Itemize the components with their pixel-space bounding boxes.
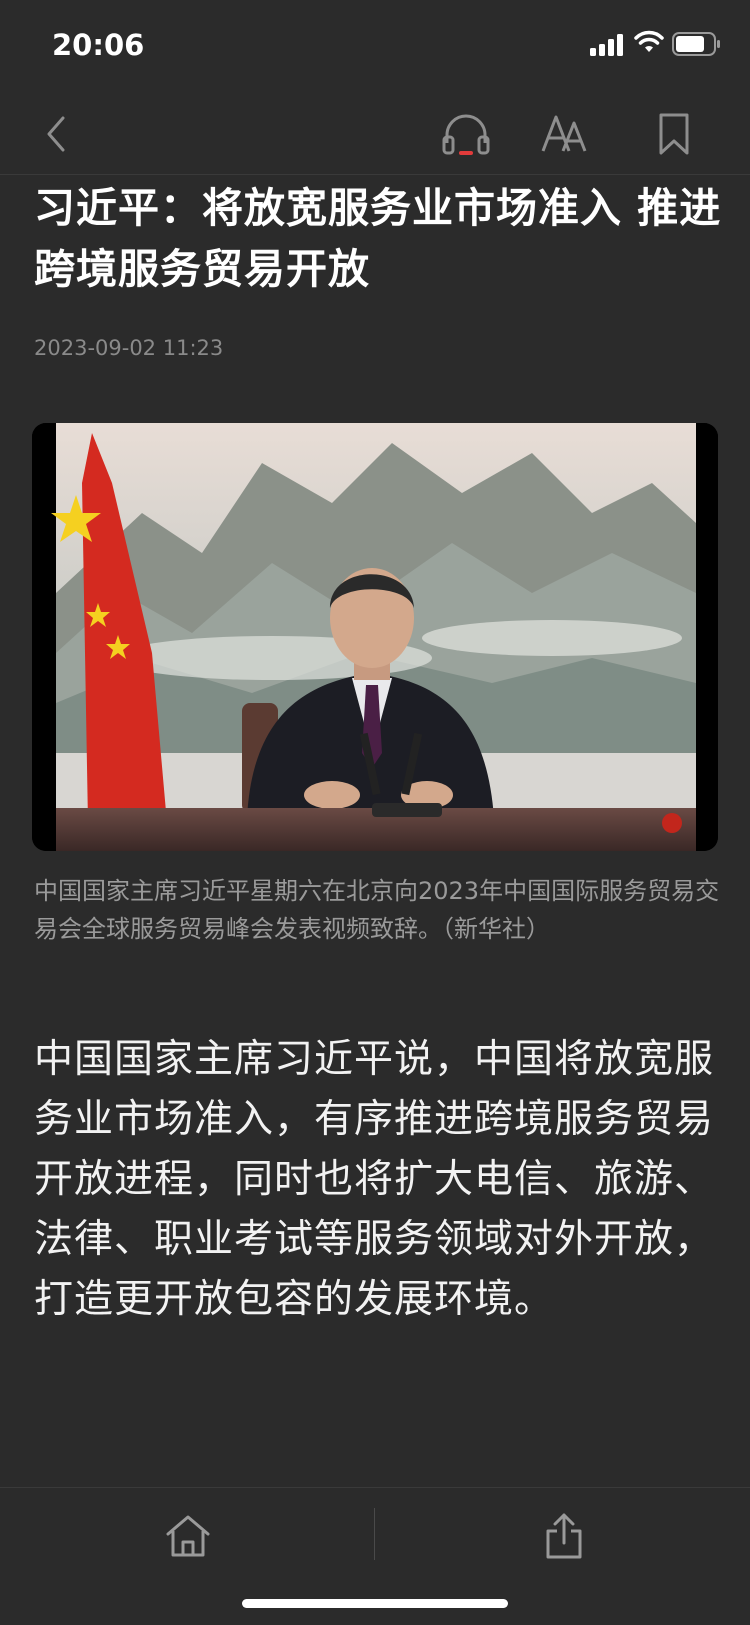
article-title: 习近平：将放宽服务业市场准入 推进跨境服务贸易开放 [34, 184, 722, 293]
home-indicator[interactable] [242, 1599, 508, 1608]
back-button[interactable] [28, 106, 84, 162]
photo-illustration [32, 423, 718, 851]
nav-bar [0, 96, 750, 175]
headphones-icon [442, 114, 490, 155]
battery-icon [672, 32, 720, 56]
watermark-logo [662, 813, 682, 833]
share-icon [546, 1513, 582, 1559]
bookmark-icon [659, 113, 689, 155]
chevron-left-icon [47, 116, 65, 152]
share-button[interactable] [536, 1508, 592, 1564]
status-bar: 20:06 [0, 0, 750, 90]
font-size-button[interactable] [536, 106, 592, 162]
article-photo[interactable] [32, 423, 718, 851]
bottom-toolbar [0, 1487, 750, 1625]
toolbar-divider [374, 1508, 375, 1560]
font-size-icon [541, 115, 587, 152]
article-body: 中国国家主席习近平说，中国将放宽服务业市场准入，有序推进跨境服务贸易开放进程，同… [34, 1037, 715, 1322]
image-caption: 中国国家主席习近平星期六在北京向2023年中国国际服务贸易交易会全球服务贸易峰会… [34, 877, 720, 943]
bookmark-button[interactable] [646, 106, 702, 162]
listen-button[interactable] [438, 106, 494, 162]
home-button[interactable] [158, 1508, 218, 1564]
status-time: 20:06 [52, 28, 145, 62]
home-icon [166, 1515, 210, 1557]
wifi-icon [634, 30, 664, 52]
signal-icon [590, 34, 623, 56]
article-date: 2023-09-02 11:23 [34, 336, 224, 360]
